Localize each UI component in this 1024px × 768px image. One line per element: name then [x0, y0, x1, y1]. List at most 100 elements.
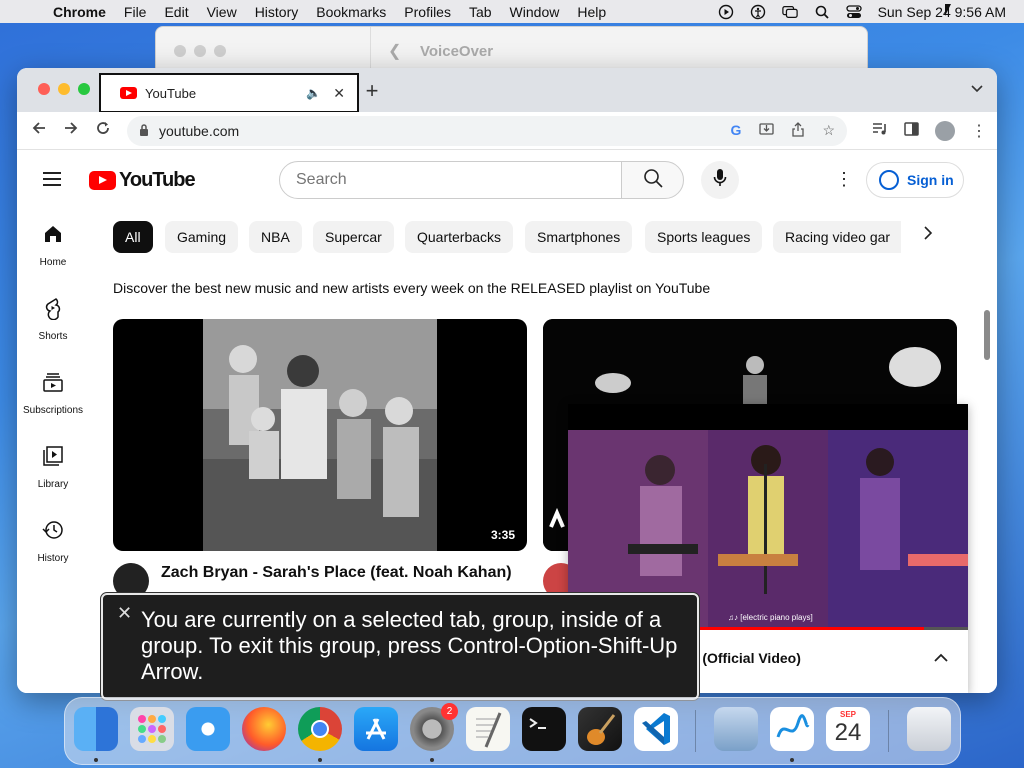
video-title[interactable]: Zach Bryan - Sarah's Place (feat. Noah K…: [161, 564, 512, 582]
back-button[interactable]: [28, 120, 50, 141]
vscode-icon[interactable]: [634, 707, 678, 751]
search-button[interactable]: [621, 161, 684, 199]
calendar-icon[interactable]: SEP 24: [826, 707, 870, 751]
audio-playing-icon[interactable]: 🔈: [306, 86, 321, 100]
back-chevron-icon[interactable]: ❮: [388, 41, 401, 61]
play-status-icon[interactable]: [718, 4, 734, 19]
finder-icon[interactable]: [74, 707, 118, 751]
video-thumbnail[interactable]: 3:35: [113, 319, 527, 551]
chrome-menu-icon[interactable]: ⋮: [971, 121, 987, 141]
tab-youtube[interactable]: YouTube 🔈 ✕: [99, 73, 359, 113]
menu-bar: Chrome File Edit View History Bookmarks …: [0, 0, 1024, 23]
safari-icon[interactable]: [186, 707, 230, 751]
window-controls: [38, 83, 90, 95]
system-settings-icon[interactable]: 2: [410, 703, 458, 751]
sidebar-item-subscriptions[interactable]: Subscriptions: [17, 358, 89, 428]
menu-clock[interactable]: Sun Sep 24 9:56 AM: [878, 4, 1006, 20]
reload-button[interactable]: [92, 120, 114, 141]
shorts-icon: [41, 296, 65, 321]
voice-search-button[interactable]: [701, 161, 739, 199]
screen-mirroring-icon[interactable]: [781, 5, 798, 19]
side-panel-icon[interactable]: [904, 122, 919, 140]
hamburger-menu-icon[interactable]: [43, 172, 61, 186]
sidebar-item-library[interactable]: Library: [17, 432, 89, 502]
close-caption-icon[interactable]: ✕: [117, 603, 132, 624]
home-icon: [41, 222, 65, 246]
close-tab-icon[interactable]: ✕: [333, 85, 345, 102]
minimize-window-button[interactable]: [58, 83, 70, 95]
menu-bookmarks[interactable]: Bookmarks: [307, 4, 395, 20]
mini-player-caption: ♫♪ [electric piano plays]: [728, 613, 813, 622]
sign-in-button[interactable]: Sign in: [866, 162, 964, 198]
chrome-app-icon[interactable]: [298, 707, 342, 751]
chip-quarterbacks[interactable]: Quarterbacks: [405, 221, 514, 253]
freeform-icon[interactable]: [770, 707, 814, 751]
chip-sports-leagues[interactable]: Sports leagues: [645, 221, 763, 253]
new-tab-button[interactable]: +: [361, 78, 383, 104]
address-bar[interactable]: youtube.com G ☆: [127, 116, 847, 146]
share-icon[interactable]: [792, 122, 805, 140]
install-app-icon[interactable]: [759, 122, 775, 140]
search-input[interactable]: [279, 161, 622, 199]
menu-file[interactable]: File: [115, 4, 156, 20]
spotlight-search-icon[interactable]: [814, 5, 830, 19]
app-store-icon[interactable]: [354, 707, 398, 751]
chip-smartphones[interactable]: Smartphones: [525, 221, 633, 253]
profile-avatar-icon[interactable]: [935, 121, 955, 141]
firefox-icon[interactable]: [242, 707, 286, 751]
microphone-icon: [713, 168, 727, 193]
chip-nba[interactable]: NBA: [249, 221, 302, 253]
menu-app-name[interactable]: Chrome: [44, 4, 115, 20]
menu-help[interactable]: Help: [568, 4, 615, 20]
sidebar-item-history[interactable]: History: [17, 506, 89, 576]
tab-search-chevron-icon[interactable]: [971, 82, 983, 96]
account-icon: [879, 170, 899, 190]
sidebar-item-shorts[interactable]: Shorts: [17, 284, 89, 354]
mini-player-title: y! (Official Video): [686, 650, 801, 666]
zoom-window-button[interactable]: [78, 83, 90, 95]
preview-icon[interactable]: [714, 707, 758, 751]
voiceover-window-controls: [174, 45, 226, 57]
expand-chevron-icon[interactable]: [934, 650, 948, 666]
garageband-icon[interactable]: [578, 707, 622, 751]
mouse-cursor-icon: [945, 4, 951, 16]
chips-next-chevron-icon[interactable]: [923, 226, 933, 245]
calendar-day: 24: [834, 719, 862, 746]
youtube-sidebar: Home Shorts Subscriptions Library Histor…: [17, 210, 97, 693]
menu-tab[interactable]: Tab: [460, 4, 501, 20]
tab-strip: YouTube 🔈 ✕ +: [17, 68, 997, 113]
browser-toolbar: youtube.com G ☆ ⋮: [17, 112, 997, 150]
menu-profiles[interactable]: Profiles: [395, 4, 460, 20]
bookmark-star-icon[interactable]: ☆: [822, 122, 835, 140]
page-scrollbar[interactable]: [984, 310, 990, 360]
sidebar-item-home[interactable]: Home: [17, 210, 89, 280]
subscriptions-icon: [41, 370, 65, 394]
chip-gaming[interactable]: Gaming: [165, 221, 239, 253]
library-icon: [41, 444, 65, 468]
lock-icon[interactable]: [139, 123, 149, 139]
close-window-button[interactable]: [38, 83, 50, 95]
trash-icon[interactable]: [907, 707, 951, 751]
control-center-icon[interactable]: [845, 4, 862, 19]
voiceover-caption-text: You are currently on a selected tab, gro…: [141, 607, 678, 684]
terminal-icon[interactable]: [522, 707, 566, 751]
youtube-play-logo-icon: [89, 171, 116, 190]
chip-all[interactable]: All: [113, 221, 153, 253]
chip-supercar[interactable]: Supercar: [313, 221, 394, 253]
settings-kebab-icon[interactable]: ⋮: [835, 170, 853, 188]
forward-button[interactable]: [60, 120, 82, 141]
settings-badge: 2: [441, 703, 458, 720]
youtube-header: YouTube ⋮ Sign in: [17, 150, 997, 210]
menu-edit[interactable]: Edit: [155, 4, 197, 20]
menu-history[interactable]: History: [246, 4, 308, 20]
chip-racing-video-games[interactable]: Racing video gar: [773, 221, 901, 253]
google-lens-icon[interactable]: G: [731, 122, 742, 140]
youtube-logo[interactable]: YouTube: [89, 169, 196, 192]
menu-window[interactable]: Window: [501, 4, 569, 20]
textedit-icon[interactable]: [466, 707, 510, 751]
menu-view[interactable]: View: [198, 4, 246, 20]
launchpad-icon[interactable]: [130, 707, 174, 751]
status-menus: Sun Sep 24 9:56 AM: [718, 0, 1006, 23]
media-controls-icon[interactable]: [872, 122, 888, 140]
accessibility-icon[interactable]: [750, 4, 766, 19]
